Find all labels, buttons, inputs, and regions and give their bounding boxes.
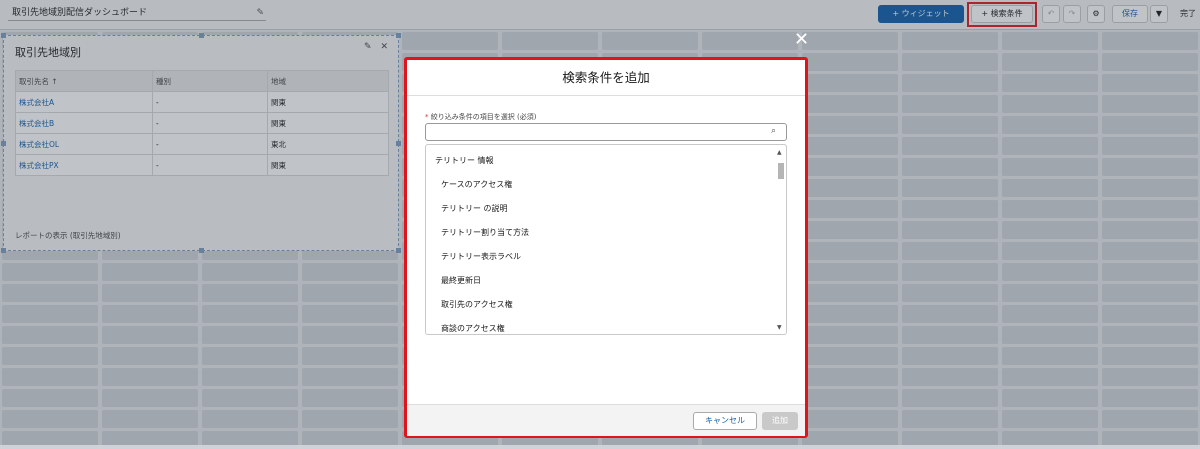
listbox-scrollbar[interactable]: ▲ ▼ — [777, 149, 784, 331]
required-indicator: * — [425, 113, 429, 121]
field-label-text: 絞り込み条件の項目を選択 (必須) — [430, 113, 537, 121]
search-icon: ⌕ — [770, 126, 776, 136]
modal-title: 検索条件を追加 — [407, 60, 805, 96]
listbox-option[interactable]: ケースのアクセス権 — [441, 179, 512, 190]
field-listbox[interactable]: テリトリー 情報 ケースのアクセス権 テリトリー の説明 テリトリー割り当て方法… — [425, 144, 787, 335]
listbox-group-header: テリトリー 情報 — [435, 156, 494, 165]
scroll-down-icon[interactable]: ▼ — [777, 324, 782, 331]
scroll-up-icon[interactable]: ▲ — [777, 149, 782, 156]
listbox-option[interactable]: 最終更新日 — [441, 275, 481, 286]
listbox-option[interactable]: テリトリー割り当て方法 — [441, 227, 529, 238]
cancel-button[interactable]: キャンセル — [693, 412, 757, 430]
listbox-option[interactable]: 取引先のアクセス権 — [441, 299, 513, 310]
listbox-option[interactable]: 商談のアクセス権 — [441, 323, 505, 334]
listbox-option[interactable]: テリトリー の説明 — [441, 203, 508, 214]
close-icon[interactable]: ✕ — [794, 30, 809, 50]
field-search-input[interactable]: ⌕ — [425, 123, 787, 141]
modal-footer: キャンセル 追加 — [407, 404, 805, 436]
add-button[interactable]: 追加 — [762, 412, 798, 430]
listbox-option[interactable]: テリトリー表示ラベル — [441, 251, 521, 262]
add-filter-modal: 検索条件を追加 * 絞り込み条件の項目を選択 (必須) ⌕ テリトリー 情報 ケ… — [404, 57, 808, 438]
scrollbar-thumb[interactable] — [778, 163, 784, 179]
field-label: * 絞り込み条件の項目を選択 (必須) — [425, 112, 536, 122]
